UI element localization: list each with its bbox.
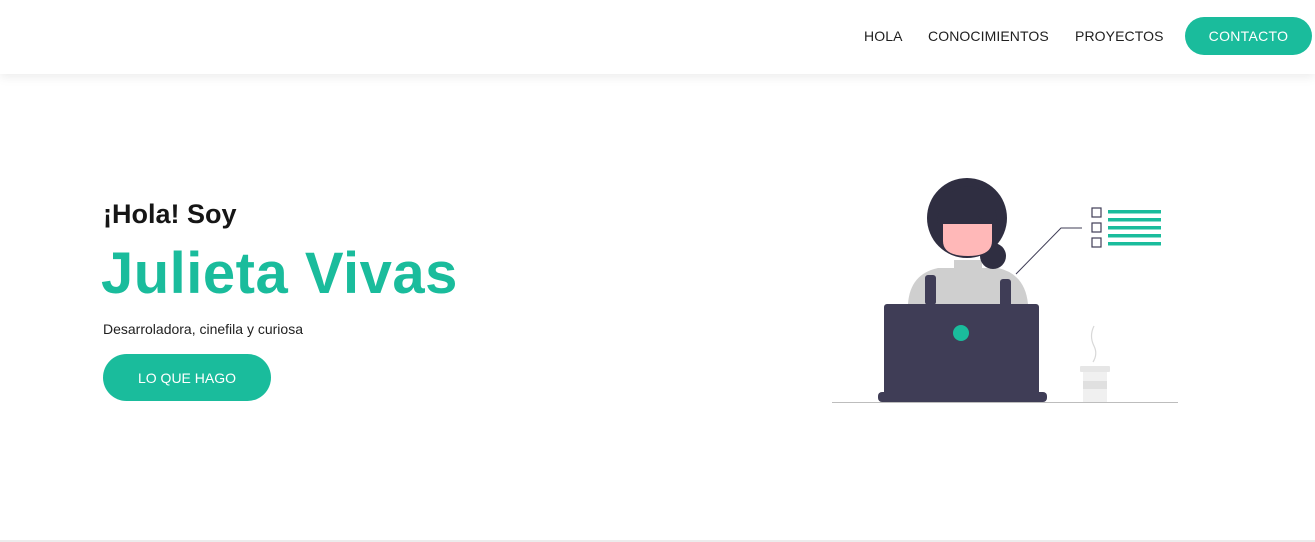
nav-link-hola[interactable]: HOLA: [864, 27, 903, 45]
contact-button[interactable]: CONTACTO: [1185, 17, 1312, 55]
woman-at-laptop-illustration: [832, 178, 1178, 403]
nav-link-conocimientos[interactable]: CONOCIMIENTOS: [928, 27, 1049, 45]
hero-name: Julieta Vivas: [101, 241, 458, 306]
nav-link-proyectos[interactable]: PROYECTOS: [1075, 27, 1164, 45]
lo-que-hago-button[interactable]: LO QUE HAGO: [103, 354, 271, 401]
hero-tagline: Desarroladora, cinefila y curiosa: [103, 321, 303, 337]
page: HOLA CONOCIMIENTOS PROYECTOS CONTACTO ¡H…: [0, 0, 1315, 542]
site-header: HOLA CONOCIMIENTOS PROYECTOS CONTACTO: [0, 0, 1315, 74]
person-figure: [878, 178, 1047, 402]
hero-greeting: ¡Hola! Soy: [103, 199, 237, 229]
checklist-icon: [1015, 207, 1161, 275]
coffee-cup-icon: [1080, 325, 1110, 402]
